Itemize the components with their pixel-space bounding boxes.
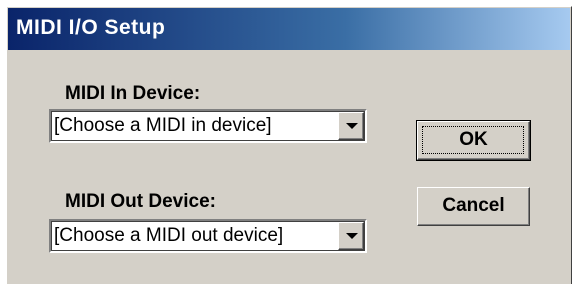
midi-out-label: MIDI Out Device: — [65, 191, 216, 212]
cancel-button-label: Cancel — [442, 195, 505, 216]
title-bar[interactable]: MIDI I/O Setup — [8, 8, 570, 50]
window-title: MIDI I/O Setup — [16, 16, 166, 39]
chevron-down-icon — [346, 123, 358, 129]
cancel-button[interactable]: Cancel — [417, 187, 530, 226]
ok-button-label: OK — [459, 129, 488, 150]
midi-in-dropdown-button[interactable] — [338, 112, 364, 140]
chevron-down-icon — [346, 233, 358, 239]
midi-io-setup-dialog: MIDI I/O Setup MIDI In Device: [Choose a… — [6, 6, 572, 284]
midi-in-device-select[interactable]: [Choose a MIDI in device] — [49, 109, 367, 143]
midi-out-device-select[interactable]: [Choose a MIDI out device] — [49, 219, 367, 253]
ok-button[interactable]: OK — [416, 120, 531, 161]
midi-out-selected-value: [Choose a MIDI out device] — [54, 225, 284, 246]
midi-out-dropdown-button[interactable] — [338, 222, 364, 250]
midi-in-label: MIDI In Device: — [65, 83, 201, 104]
midi-in-selected-value: [Choose a MIDI in device] — [54, 115, 272, 136]
